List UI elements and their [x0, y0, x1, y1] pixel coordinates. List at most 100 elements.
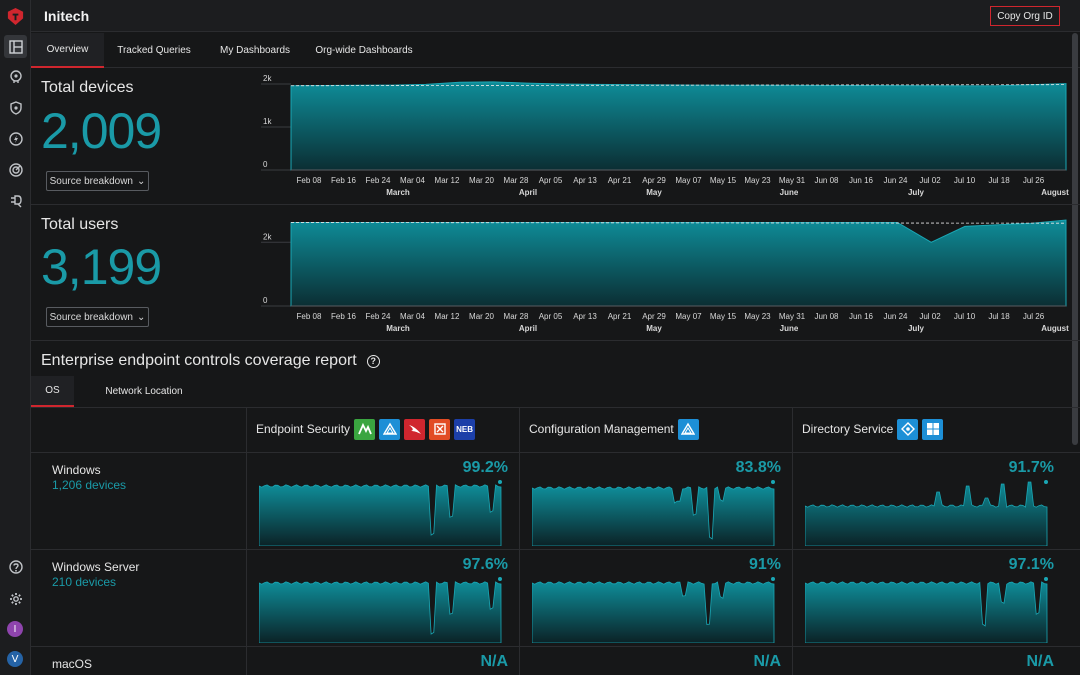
radar-icon[interactable] — [4, 158, 27, 181]
sparkline-area — [259, 484, 502, 546]
x-tick-label: Mar 04 — [400, 312, 425, 321]
copy-org-id-button[interactable]: Copy Org ID — [990, 6, 1060, 26]
os-name-macos: macOS — [52, 657, 93, 671]
x-tick-label: Apr 13 — [573, 312, 597, 321]
source-breakdown-button[interactable]: Source breakdown ⌄ — [46, 171, 149, 191]
tab-org-wide-dashboards[interactable]: Org-wide Dashboards — [311, 33, 417, 68]
x-tick-label: Apr 21 — [608, 176, 632, 185]
column-label: Directory Service — [802, 422, 894, 436]
os-name-windows-server: Windows Server — [52, 560, 140, 574]
sparkline-area — [259, 581, 502, 643]
coverage-sparkline — [259, 480, 502, 546]
x-tick-label: Mar 12 — [435, 176, 460, 185]
x-tick-label: Mar 20 — [469, 176, 494, 185]
x-tick-label: Mar 28 — [504, 176, 529, 185]
malwarebytes-icon: NEB — [454, 418, 476, 440]
coverage-sparkline — [805, 577, 1048, 643]
sparkline-endpoint — [771, 480, 775, 484]
x-tick-label: Mar 20 — [469, 312, 494, 321]
brand-logo-icon[interactable] — [6, 7, 25, 26]
x-tick-label: Apr 05 — [539, 312, 563, 321]
plug-icon[interactable] — [4, 189, 27, 212]
os-count-windows[interactable]: 1,206 devices — [52, 478, 126, 492]
grid-line — [246, 408, 247, 675]
sparkline-endpoint — [1044, 577, 1048, 581]
sparkline-endpoint — [498, 480, 502, 484]
dashboard-icon[interactable] — [4, 35, 27, 58]
total-users-value: 3,199 — [41, 239, 162, 295]
tab-overview[interactable]: Overview — [31, 33, 104, 68]
source-breakdown-label: Source breakdown — [49, 175, 133, 187]
x-tick-label: May 15 — [710, 312, 737, 321]
help-icon[interactable]: ? — [366, 354, 380, 368]
month-label: April — [519, 324, 537, 333]
column-label: Endpoint Security — [256, 422, 351, 436]
x-tick-label: Jun 24 — [883, 312, 908, 321]
coverage-sparkline — [532, 480, 775, 546]
windows-icon — [922, 418, 944, 440]
x-tick-label: Mar 12 — [435, 312, 460, 321]
grid-line — [31, 646, 1080, 647]
tab-my-dashboards[interactable]: My Dashboards — [209, 33, 301, 68]
tab-tracked-queries[interactable]: Tracked Queries — [109, 33, 199, 68]
area-series — [290, 81, 1067, 171]
x-tick-label: Jul 18 — [988, 176, 1010, 185]
month-label: June — [780, 324, 799, 333]
brain-icon[interactable] — [4, 65, 27, 88]
coverage-sparkline — [532, 577, 775, 643]
month-label: May — [646, 188, 662, 197]
x-tick-label: May 07 — [675, 312, 702, 321]
coverage-pct: 83.8% — [735, 459, 781, 476]
x-tick-label: Jun 16 — [849, 312, 874, 321]
chevron-down-icon: ⌄ — [137, 311, 146, 323]
os-count-windows-server[interactable]: 210 devices — [52, 575, 116, 589]
x-tick-label: Apr 05 — [539, 176, 563, 185]
source-breakdown-button[interactable]: Source breakdown ⌄ — [46, 307, 149, 327]
grid-line — [31, 452, 1080, 453]
user-avatar[interactable]: V — [7, 651, 23, 667]
top-header: Initech Copy Org ID — [31, 0, 1080, 32]
subtab-network-location[interactable]: Network Location — [89, 376, 199, 407]
org-title: Initech — [44, 8, 90, 24]
coverage-title: Enterprise endpoint controls coverage re… — [41, 352, 380, 370]
total-devices-value: 2,009 — [41, 103, 162, 159]
sparkline-endpoint — [498, 577, 502, 581]
help-icon[interactable] — [4, 555, 27, 578]
x-tick-label: Feb 16 — [331, 312, 356, 321]
triangle-icon — [677, 418, 699, 440]
gear-icon[interactable] — [4, 587, 27, 610]
y-tick-label: 1k — [263, 117, 272, 126]
coverage-pct: 91% — [748, 556, 781, 573]
scrollbar[interactable] — [1072, 33, 1078, 445]
month-label: August — [1041, 324, 1069, 333]
y-tick-label: 0 — [263, 296, 268, 305]
triangle-icon — [379, 418, 401, 440]
coverage-pct: N/A — [1026, 653, 1054, 670]
sparkline-area — [532, 581, 775, 643]
coverage-sparkline — [805, 480, 1048, 546]
x-tick-label: Jul 10 — [954, 176, 976, 185]
month-label: April — [519, 188, 537, 197]
total-devices-chart: 0 1k 2k Feb 08 Feb 16 Feb 24 Mar 04 Mar 12 Mar 2… — [261, 74, 1069, 197]
y-tick-label: 2k — [263, 74, 272, 83]
shield-icon[interactable] — [4, 96, 27, 119]
org-avatar[interactable]: I — [7, 621, 23, 637]
subtab-os[interactable]: OS — [31, 376, 74, 407]
sparkline-area — [532, 486, 775, 546]
x-tick-label: Jul 26 — [1023, 176, 1045, 185]
coverage-pct: 97.6% — [462, 556, 508, 573]
coverage-pct: 97.1% — [1008, 556, 1054, 573]
y-tick-label: 0 — [263, 160, 268, 169]
x-tick-label: Apr 29 — [642, 176, 666, 185]
grid-line — [792, 408, 793, 675]
bolt-icon[interactable] — [4, 127, 27, 150]
x-tick-label: Jul 02 — [919, 176, 941, 185]
source-breakdown-label: Source breakdown — [49, 311, 133, 323]
column-endpoint-security: Endpoint Security NEB — [256, 418, 476, 440]
x-tick-label: Jul 10 — [954, 312, 976, 321]
column-directory-service: Directory Service — [802, 418, 944, 440]
x-tick-label: May 07 — [675, 176, 702, 185]
x-tick-label: May 15 — [710, 176, 737, 185]
total-devices-title: Total devices — [41, 79, 134, 96]
app: I V Initech Copy Org ID Overview Tracked… — [0, 0, 1080, 675]
